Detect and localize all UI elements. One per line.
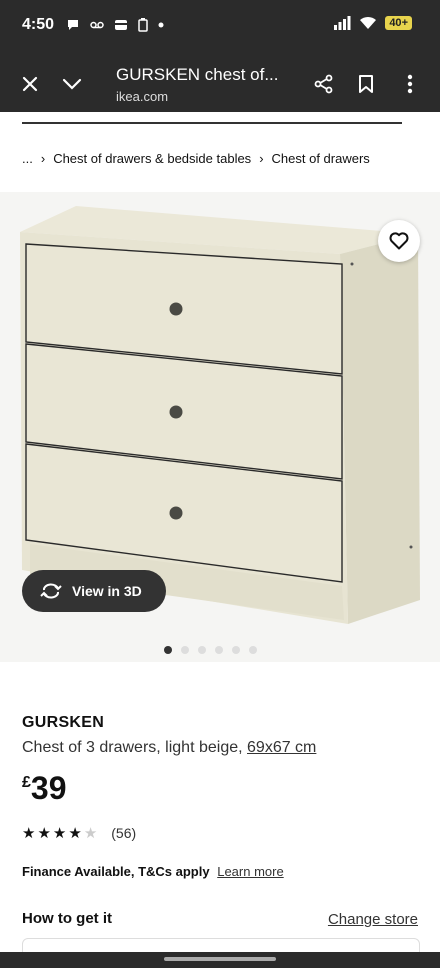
star-filled-icon: ★ <box>68 825 82 842</box>
carousel-dot[interactable] <box>180 646 189 654</box>
price-currency: £ <box>22 774 31 791</box>
breadcrumb-ellipsis[interactable]: ... <box>22 151 33 166</box>
gesture-nav-bar <box>0 952 440 968</box>
carousel-pagination <box>0 646 430 654</box>
chevron-down-icon <box>62 78 82 90</box>
status-bar: 4:50 40+ <box>0 0 440 56</box>
carousel-dot[interactable] <box>231 646 240 654</box>
add-to-wishlist-button[interactable] <box>378 220 420 262</box>
scrolled-offscreen-banner <box>22 112 402 124</box>
close-tab-button[interactable] <box>16 70 44 98</box>
bookmark-button[interactable] <box>352 70 380 98</box>
price-value: 39 <box>30 770 67 806</box>
close-icon <box>22 76 38 92</box>
carousel-dot[interactable] <box>197 646 206 654</box>
rotate-3d-icon <box>40 583 62 599</box>
more-options-button[interactable] <box>396 70 424 98</box>
carousel-dot[interactable] <box>248 646 257 654</box>
wallet-icon <box>115 20 127 30</box>
finance-info: Finance Available, T&Cs apply Learn more <box>22 864 284 879</box>
star-empty-icon: ★ <box>83 825 98 842</box>
battery-saver-icon <box>138 18 148 32</box>
more-vert-icon <box>407 74 413 94</box>
status-time: 4:50 <box>22 16 55 33</box>
how-to-get-it-heading: How to get it <box>22 910 112 927</box>
system-icons: 40+ <box>333 16 412 30</box>
signal-icon <box>334 16 351 30</box>
browser-toolbar: GURSKEN chest of... ikea.com <box>0 56 440 112</box>
chevron-right-icon: › <box>40 151 46 166</box>
view-in-3d-label: View in 3D <box>72 583 142 599</box>
breadcrumb: ... › Chest of drawers & bedside tables … <box>22 151 370 166</box>
breadcrumb-item-chest-of-drawers[interactable]: Chest of drawers <box>272 151 370 166</box>
carousel-dot[interactable] <box>214 646 223 654</box>
voicemail-icon <box>90 21 104 29</box>
product-size-link[interactable]: 69x67 cm <box>247 739 316 756</box>
carousel-dot[interactable] <box>163 646 172 654</box>
page-title: GURSKEN chest of... <box>116 65 279 84</box>
share-icon <box>314 74 333 94</box>
page-url: ikea.com <box>116 89 169 104</box>
product-brand: GURSKEN <box>22 714 105 731</box>
chat-icon <box>68 20 78 30</box>
change-store-link[interactable]: Change store <box>328 911 418 928</box>
product-page: ... › Chest of drawers & bedside tables … <box>0 112 440 968</box>
minimize-tab-button[interactable] <box>58 70 86 98</box>
rating-count: (56) <box>111 825 137 841</box>
heart-icon <box>389 232 409 250</box>
wifi-icon <box>360 16 377 29</box>
learn-more-link[interactable]: Learn more <box>217 864 283 879</box>
home-indicator[interactable] <box>164 957 276 961</box>
share-button[interactable] <box>310 70 338 98</box>
product-price: £ 39 <box>22 770 67 807</box>
star-filled-icon: ★ <box>22 825 36 842</box>
star-filled-icon: ★ <box>37 825 51 842</box>
battery-level: 40 <box>389 17 402 29</box>
notification-icons <box>66 18 164 32</box>
finance-text: Finance Available, T&Cs apply <box>22 864 210 879</box>
bookmark-icon <box>359 75 373 93</box>
product-description: Chest of 3 drawers, light beige, 69x67 c… <box>22 739 316 757</box>
chevron-right-icon: › <box>259 151 264 166</box>
dot-icon <box>158 22 164 28</box>
view-in-3d-button[interactable]: View in 3D <box>22 570 166 612</box>
product-description-text: Chest of 3 drawers, light beige, <box>22 739 243 756</box>
star-filled-icon: ★ <box>52 825 67 842</box>
battery-indicator: 40+ <box>385 16 412 30</box>
product-rating[interactable]: ★ ★ ★ ★ ★ (56) <box>22 824 136 842</box>
breadcrumb-item-chest-of-drawers-bedside-tables[interactable]: Chest of drawers & bedside tables <box>53 151 251 166</box>
